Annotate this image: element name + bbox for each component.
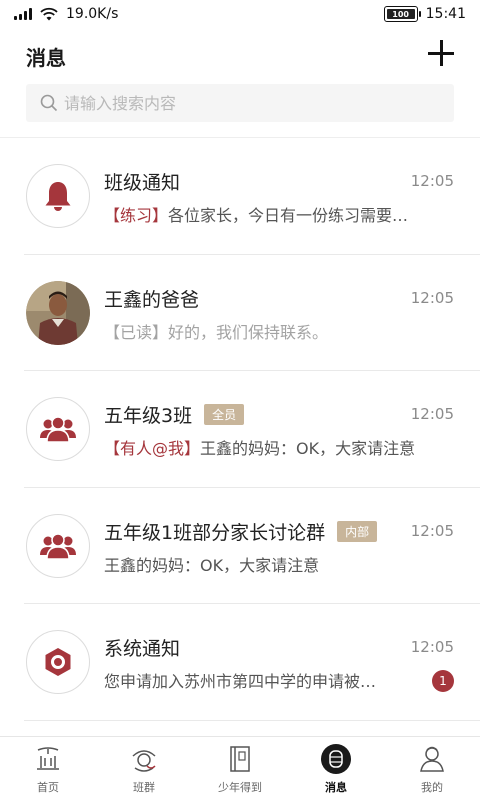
system-icon bbox=[45, 648, 71, 676]
tab-label: 少年得到 bbox=[218, 781, 262, 794]
conversation-name: 王鑫的爸爸 bbox=[104, 288, 200, 311]
bell-icon bbox=[45, 182, 71, 211]
network-speed: 19.0K/s bbox=[66, 6, 119, 22]
list-item[interactable]: 五年级3班 全员 12:05 【有人@我】王鑫的妈妈：OK，大家请注意 bbox=[0, 371, 480, 488]
cellular-signal-icon bbox=[14, 8, 32, 20]
preview-text: 王鑫的妈妈：OK，大家请注意 bbox=[104, 555, 320, 575]
tab-messages[interactable]: 消息 bbox=[288, 737, 384, 800]
home-icon bbox=[32, 743, 64, 775]
list-item[interactable]: 王鑫的爸爸 12:05 【已读】好的，我们保持联系。 bbox=[0, 255, 480, 371]
preview-text: 各位家长，今日有一份练习需要… bbox=[168, 206, 409, 225]
group-icon bbox=[40, 416, 76, 442]
search-input[interactable] bbox=[64, 93, 444, 113]
preview-text: 好的，我们保持联系。 bbox=[168, 322, 329, 342]
name-row: 班级通知 bbox=[104, 168, 454, 195]
user-photo bbox=[26, 280, 90, 345]
tab-class-group[interactable]: 班群 bbox=[96, 737, 192, 800]
name-row: 王鑫的爸爸 bbox=[104, 285, 454, 312]
conversation-name: 五年级3班 bbox=[104, 405, 193, 427]
message-preview: 您申请加入苏州市第四中学的申请被… bbox=[104, 668, 420, 692]
group-icon bbox=[40, 532, 76, 559]
clock: 15:41 bbox=[425, 6, 466, 22]
conversation-name: 系统通知 bbox=[104, 638, 181, 660]
preview-tag: 【有人@我】 bbox=[104, 439, 201, 458]
conversation-name: 五年级1班部分家长讨论群 bbox=[104, 521, 326, 544]
avatar bbox=[26, 397, 90, 461]
list-item[interactable]: 系统通知 12:05 您申请加入苏州市第四中学的申请被… 1 bbox=[0, 604, 480, 721]
preview-tag: 【已读】 bbox=[104, 322, 169, 342]
battery-level: 100 bbox=[392, 9, 409, 19]
battery-icon: 100 bbox=[383, 6, 421, 22]
message-time: 12:05 bbox=[410, 521, 454, 540]
message-preview: 【已读】好的，我们保持联系。 bbox=[104, 319, 454, 343]
message-preview: 【有人@我】王鑫的妈妈：OK，大家请注意 bbox=[104, 435, 454, 459]
search-icon bbox=[40, 94, 58, 112]
add-icon[interactable] bbox=[428, 40, 454, 66]
status-right: 100 15:41 bbox=[383, 6, 466, 22]
class-group-icon bbox=[128, 743, 160, 775]
tab-profile[interactable]: 我的 bbox=[384, 737, 480, 800]
message-time: 12:05 bbox=[410, 172, 454, 190]
avatar bbox=[26, 630, 90, 694]
tab-home[interactable]: 首页 bbox=[0, 737, 96, 800]
avatar bbox=[26, 164, 90, 228]
name-row: 系统通知 bbox=[104, 634, 454, 661]
message-time: 12:05 bbox=[410, 638, 454, 656]
message-preview: 【练习】各位家长，今日有一份练习需要… bbox=[104, 202, 454, 226]
tab-label: 消息 bbox=[325, 781, 347, 794]
preview-tag: 【练习】 bbox=[104, 206, 169, 225]
search-bar[interactable] bbox=[26, 84, 454, 122]
status-bar: 19.0K/s 100 15:41 bbox=[0, 0, 480, 28]
avatar bbox=[26, 280, 90, 345]
page-header: 消息 bbox=[0, 28, 480, 80]
message-icon bbox=[320, 743, 352, 775]
list-item[interactable]: 五年级1班部分家长讨论群 内部 12:05 王鑫的妈妈：OK，大家请注意 bbox=[0, 488, 480, 604]
message-time: 12:05 bbox=[410, 405, 454, 423]
tab-label: 我的 bbox=[421, 781, 443, 794]
status-left: 19.0K/s bbox=[14, 6, 118, 22]
wifi-icon bbox=[40, 7, 58, 21]
divider bbox=[24, 719, 480, 721]
unread-count-badge: 1 bbox=[432, 670, 454, 692]
page-title: 消息 bbox=[26, 46, 66, 70]
preview-text: 王鑫的妈妈：OK，大家请注意 bbox=[200, 439, 416, 458]
group-badge: 全员 bbox=[204, 404, 245, 425]
conversation-name: 班级通知 bbox=[104, 172, 181, 194]
bottom-tab-bar: 首页 班群 少年得到 消息 我的 bbox=[0, 736, 480, 800]
message-list: 班级通知 12:05 【练习】各位家长，今日有一份练习需要… 王鑫的爸爸 12:… bbox=[0, 138, 480, 721]
tab-book[interactable]: 少年得到 bbox=[192, 737, 288, 800]
tab-label: 班群 bbox=[133, 781, 155, 794]
name-row: 五年级1班部分家长讨论群 内部 bbox=[104, 518, 454, 545]
name-row: 五年级3班 全员 bbox=[104, 401, 454, 428]
message-preview: 王鑫的妈妈：OK，大家请注意 bbox=[104, 552, 454, 576]
book-icon bbox=[224, 743, 256, 775]
group-badge: 内部 bbox=[337, 520, 378, 542]
preview-text: 您申请加入苏州市第四中学的申请被… bbox=[104, 672, 377, 691]
avatar bbox=[26, 513, 90, 578]
list-item[interactable]: 班级通知 12:05 【练习】各位家长，今日有一份练习需要… bbox=[0, 138, 480, 255]
message-time: 12:05 bbox=[410, 288, 454, 307]
profile-icon bbox=[416, 743, 448, 775]
tab-label: 首页 bbox=[37, 781, 59, 794]
